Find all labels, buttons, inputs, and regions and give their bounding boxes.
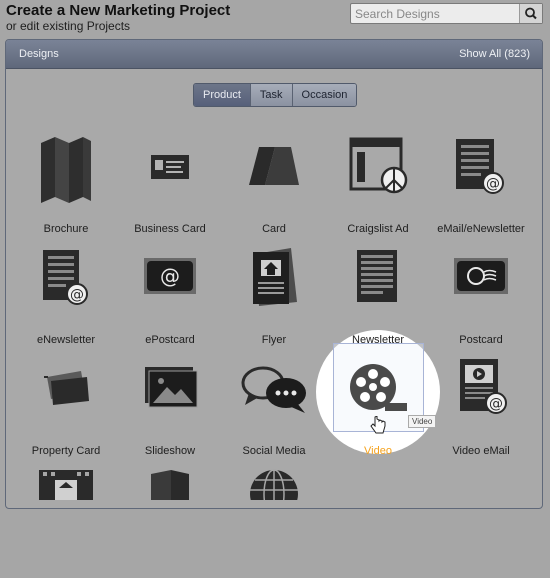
design-item-email-newsletter[interactable]: @ eMail/eNewsletter — [426, 135, 536, 245]
video-email-icon: @ — [460, 359, 507, 414]
panel-header: Designs Show All (823) — [6, 40, 542, 69]
design-label: Video eMail — [452, 445, 510, 457]
page-subtitle: or edit existing Projects — [6, 19, 131, 33]
newsletter-icon — [357, 250, 397, 302]
design-label: eMail/eNewsletter — [437, 223, 525, 235]
epostcard-icon: @ — [144, 258, 196, 294]
design-label: Postcard — [459, 334, 503, 346]
brochure-icon — [41, 137, 91, 203]
design-item-postcard[interactable]: Postcard — [426, 246, 536, 356]
show-all-link[interactable]: Show All (823) — [459, 48, 530, 60]
search-input[interactable] — [351, 4, 521, 23]
tooltip: Video — [408, 415, 437, 428]
design-item-video-email[interactable]: @ Video eMail — [426, 357, 536, 467]
search-box — [350, 3, 543, 24]
page-title: Create a New Marketing Project — [6, 2, 231, 19]
design-item-row4-a[interactable] — [11, 468, 121, 578]
filter-tabs: Product Task Occasion — [193, 83, 358, 107]
slideshow-icon — [145, 367, 198, 408]
design-item-row4-c[interactable] — [219, 468, 329, 578]
tab-product[interactable]: Product — [194, 84, 251, 106]
property-card-icon — [44, 371, 89, 405]
search-button[interactable] — [519, 4, 542, 23]
search-icon — [525, 7, 537, 20]
booklet-icon — [151, 470, 189, 500]
business-card-icon — [151, 155, 189, 179]
design-item-row4-b[interactable] — [115, 468, 225, 578]
svg-text:@: @ — [489, 396, 503, 412]
social-media-icon — [241, 366, 306, 413]
svg-text:@: @ — [70, 287, 84, 303]
tab-occasion[interactable]: Occasion — [292, 84, 357, 106]
card-icon — [249, 147, 299, 185]
globe-icon — [250, 469, 298, 500]
panel-title: Designs — [19, 48, 59, 60]
hand-cursor-icon — [370, 416, 386, 434]
tab-task[interactable]: Task — [250, 84, 293, 106]
enewsletter-icon: @ — [43, 250, 88, 305]
email-newsletter-icon: @ — [456, 139, 504, 194]
postcard-icon — [454, 258, 508, 294]
svg-text:@: @ — [160, 264, 180, 288]
film-strip-icon — [39, 470, 93, 500]
svg-text:@: @ — [486, 176, 500, 192]
craigslist-ad-icon — [349, 137, 408, 194]
flyer-icon — [253, 248, 297, 306]
